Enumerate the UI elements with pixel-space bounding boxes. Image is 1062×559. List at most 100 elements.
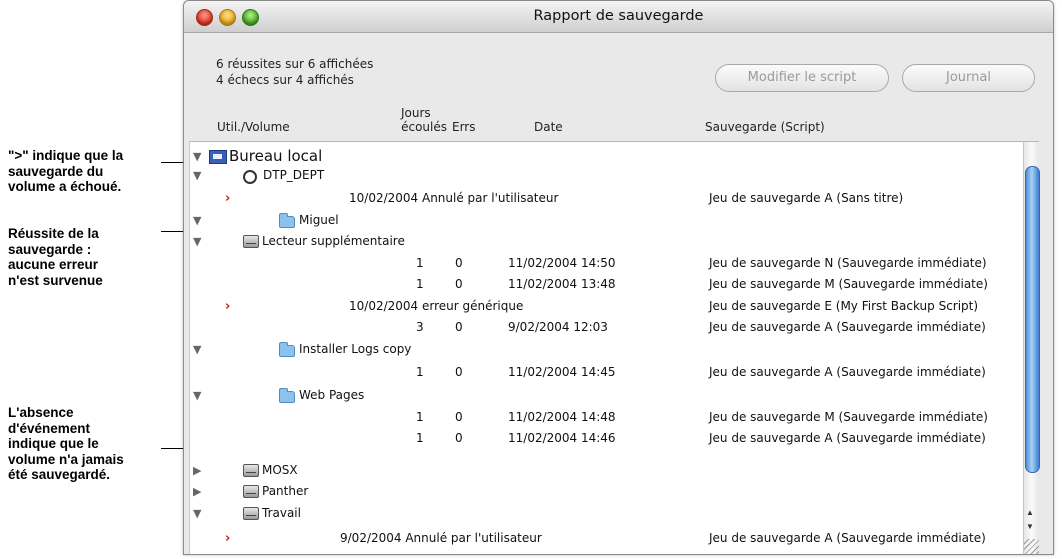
resize-grip-icon[interactable] [1024, 539, 1039, 554]
disclosure-triangle-icon[interactable]: ▼ [193, 146, 201, 167]
row-errors: 0 [455, 431, 463, 445]
table-row[interactable]: 1 0 11/02/2004 14:48 Jeu de sauvegarde M… [190, 407, 1039, 428]
row-backup: Jeu de sauvegarde M (Sauvegarde immédiat… [709, 277, 988, 291]
disclosure-triangle-icon[interactable]: ▶ [193, 460, 201, 481]
callout-line: d'événement [8, 420, 90, 436]
row-days: 1 [416, 277, 424, 291]
list-item[interactable]: ▶ Panther [190, 481, 1039, 502]
log-button[interactable]: Journal [902, 64, 1035, 92]
column-header-days[interactable]: Jours écoulés [397, 106, 447, 134]
row-date: 11/02/2004 14:46 [508, 431, 616, 445]
row-name: Travail [262, 506, 301, 520]
hard-drive-icon [243, 507, 259, 520]
failure-marker: › [225, 191, 231, 206]
disclosure-triangle-icon[interactable]: ▼ [193, 210, 201, 231]
row-date-text: 10/02/2004 erreur générique [349, 299, 524, 313]
callout-line: n'est survenue [8, 272, 103, 288]
success-stat: 6 réussites sur 6 affichées [216, 57, 374, 71]
list-item[interactable]: ▼ Web Pages [190, 385, 1039, 406]
table-row[interactable]: › 9/02/2004 Annulé par l'utilisateur Jeu… [190, 528, 1039, 549]
folder-icon [279, 213, 295, 228]
title-bar: Rapport de sauvegarde [184, 1, 1053, 33]
row-backup: Jeu de sauvegarde A (Sauvegarde immédiat… [709, 531, 986, 545]
row-errors: 0 [455, 277, 463, 291]
backup-report-list[interactable]: ▼ Bureau local ▼ DTP_DEPT › 10/02/2004 A… [189, 141, 1040, 554]
window-title: Rapport de sauvegarde [533, 8, 704, 24]
row-name: MOSX [262, 463, 298, 477]
row-name: Web Pages [299, 388, 365, 402]
callout-line: indique que le [8, 436, 99, 451]
edit-script-button[interactable]: Modifier le script [715, 64, 889, 92]
row-errors: 0 [455, 410, 463, 424]
disclosure-triangle-icon[interactable]: ▼ [193, 385, 201, 406]
row-name: Panther [262, 484, 309, 498]
list-item[interactable]: ▼ Installer Logs copy [190, 339, 1039, 360]
list-item[interactable]: ▶ MOSX [190, 460, 1039, 481]
row-date: 9/02/2004 12:03 [508, 320, 608, 334]
column-header-backup[interactable]: Sauvegarde (Script) [705, 120, 825, 134]
table-row[interactable]: › 10/02/2004 Annulé par l'utilisateur Je… [190, 188, 1039, 209]
column-header-days-line2: écoulés [401, 120, 447, 134]
list-item[interactable]: ▼ Bureau local [190, 146, 1039, 167]
disclosure-triangle-icon[interactable]: ▼ [193, 231, 201, 252]
row-errors: 0 [455, 256, 463, 270]
row-days: 3 [416, 320, 424, 334]
backup-report-window: Rapport de sauvegarde 6 réussites sur 6 … [183, 0, 1054, 555]
row-backup: Jeu de sauvegarde A (Sauvegarde immédiat… [709, 365, 986, 379]
row-backup: Jeu de sauvegarde A (Sans titre) [709, 191, 904, 205]
row-date: 11/02/2004 14:50 [508, 256, 616, 270]
row-date-text: 10/02/2004 Annulé par l'utilisateur [349, 191, 559, 205]
row-backup: Jeu de sauvegarde M (Sauvegarde immédiat… [709, 410, 988, 424]
column-header-date[interactable]: Date [534, 120, 563, 134]
column-header-days-line1: Jours [401, 106, 431, 120]
row-name: Miguel [299, 213, 339, 227]
callout-line: volume n'a jamais [8, 451, 124, 467]
vertical-scrollbar[interactable]: ▲ ▼ [1023, 142, 1040, 554]
row-backup: Jeu de sauvegarde E (My First Backup Scr… [709, 299, 979, 313]
row-date-text: 9/02/2004 Annulé par l'utilisateur [340, 531, 542, 545]
scroll-up-icon[interactable]: ▲ [1026, 508, 1034, 517]
failure-marker: › [225, 531, 231, 546]
row-date: 11/02/2004 13:48 [508, 277, 616, 291]
callout-line: aucune erreur [8, 257, 99, 272]
disclosure-triangle-icon[interactable]: ▶ [193, 481, 201, 502]
list-item[interactable]: ▼ Miguel [190, 210, 1039, 231]
callout-failed: ">" indique que la sauvegarde du volume … [8, 148, 123, 195]
callout-line: sauvegarde du [8, 163, 104, 179]
table-row[interactable]: 1 0 11/02/2004 14:46 Jeu de sauvegarde A… [190, 428, 1039, 449]
row-name: DTP_DEPT [263, 168, 325, 182]
table-row[interactable]: 1 0 11/02/2004 14:45 Jeu de sauvegarde A… [190, 362, 1039, 383]
column-header-user-volume[interactable]: Util./Volume [217, 120, 290, 134]
row-name: Lecteur supplémentaire [262, 234, 405, 248]
table-row[interactable]: 1 0 11/02/2004 14:50 Jeu de sauvegarde N… [190, 253, 1039, 274]
scroll-down-icon[interactable]: ▼ [1026, 522, 1034, 531]
disclosure-triangle-icon[interactable]: ▼ [193, 503, 201, 524]
table-row[interactable]: 3 0 9/02/2004 12:03 Jeu de sauvegarde A … [190, 317, 1039, 338]
callout-line: volume a échoué. [8, 179, 122, 194]
disclosure-triangle-icon[interactable]: ▼ [193, 165, 201, 186]
column-header-errors[interactable]: Errs [452, 120, 476, 134]
row-days: 1 [416, 365, 424, 379]
row-days: 1 [416, 431, 424, 445]
row-name: Installer Logs copy [299, 342, 412, 356]
list-item[interactable]: ▼ Lecteur supplémentaire [190, 231, 1039, 252]
row-days: 1 [416, 256, 424, 270]
callout-line: ">" indique que la [8, 148, 124, 163]
folder-icon [279, 342, 295, 357]
callout-line: L'absence [8, 405, 74, 420]
scrollbar-thumb[interactable] [1025, 166, 1040, 473]
failure-stat: 4 échecs sur 4 affichés [216, 73, 354, 87]
hard-drive-icon [243, 464, 259, 477]
table-row[interactable]: 1 0 11/02/2004 13:48 Jeu de sauvegarde M… [190, 274, 1039, 295]
list-item[interactable]: ▼ DTP_DEPT [190, 165, 1039, 186]
failure-marker: › [225, 299, 231, 314]
callout-line: Réussite de la [8, 226, 99, 241]
table-row[interactable]: › 10/02/2004 erreur générique Jeu de sau… [190, 296, 1039, 317]
row-backup: Jeu de sauvegarde A (Sauvegarde immédiat… [709, 320, 986, 334]
row-backup: Jeu de sauvegarde N (Sauvegarde immédiat… [709, 256, 987, 270]
row-backup: Jeu de sauvegarde A (Sauvegarde immédiat… [709, 431, 986, 445]
disclosure-triangle-icon[interactable]: ▼ [193, 339, 201, 360]
row-date: 11/02/2004 14:48 [508, 410, 616, 424]
hard-drive-icon [243, 235, 259, 248]
list-item[interactable]: ▼ Travail [190, 503, 1039, 524]
